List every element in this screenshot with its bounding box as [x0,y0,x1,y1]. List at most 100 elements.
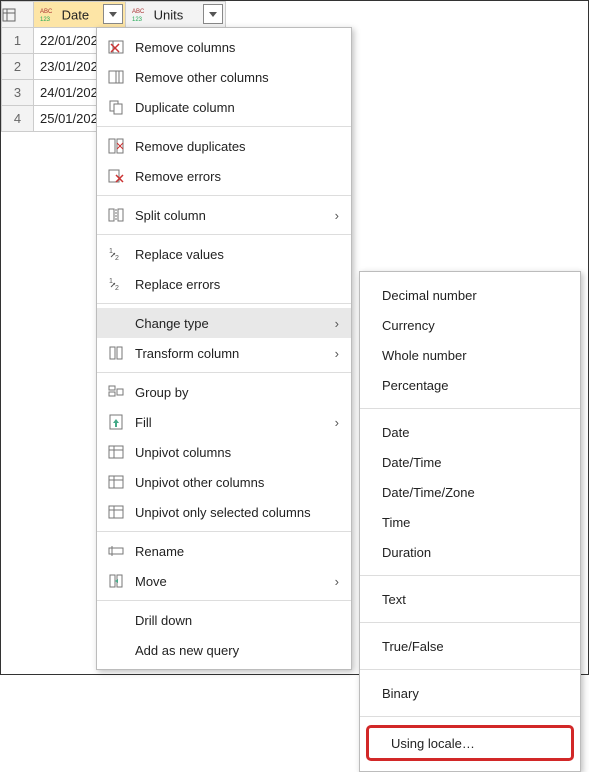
chevron-right-icon: › [329,574,339,589]
menu-separator [360,716,580,717]
blank-icon [105,609,127,631]
menu-remove-columns[interactable]: Remove columns [97,32,351,62]
submenu-time[interactable]: Time [360,507,580,537]
menu-label: Change type [135,316,311,331]
replace-errors-icon: 12 [105,273,127,295]
submenu-binary[interactable]: Binary [360,678,580,708]
unpivot-icon [105,441,127,463]
split-column-icon [105,204,127,226]
menu-label: Transform column [135,346,311,361]
menu-remove-errors[interactable]: Remove errors [97,161,351,191]
menu-change-type[interactable]: Change type › [97,308,351,338]
menu-label: Unpivot columns [135,445,339,460]
menu-remove-other-columns[interactable]: Remove other columns [97,62,351,92]
submenu-whole-number[interactable]: Whole number [360,340,580,370]
menu-separator [360,622,580,623]
submenu-date[interactable]: Date [360,417,580,447]
menu-fill[interactable]: Fill › [97,407,351,437]
type-icon: ABC 123 [130,6,148,24]
submenu-true-false[interactable]: True/False [360,631,580,661]
table-icon [2,8,16,22]
menu-separator [97,531,351,532]
row-number: 1 [2,28,34,54]
menu-label: Remove duplicates [135,139,339,154]
row-number: 2 [2,54,34,80]
column-dropdown[interactable] [203,4,223,24]
submenu-duration[interactable]: Duration [360,537,580,567]
column-context-menu: Remove columns Remove other columns Dupl… [96,27,352,670]
menu-label: Remove columns [135,40,339,55]
menu-label: Split column [135,208,311,223]
chevron-down-icon [209,12,217,17]
menu-label: Duration [382,545,568,560]
menu-label: Group by [135,385,339,400]
unpivot-other-icon [105,471,127,493]
chevron-down-icon [109,12,117,17]
menu-label: Rename [135,544,339,559]
chevron-right-icon: › [329,415,339,430]
menu-duplicate-column[interactable]: Duplicate column [97,92,351,122]
chevron-right-icon: › [329,208,339,223]
menu-unpivot-columns[interactable]: Unpivot columns [97,437,351,467]
submenu-date-time[interactable]: Date/Time [360,447,580,477]
move-icon [105,570,127,592]
menu-replace-values[interactable]: 12 Replace values [97,239,351,269]
column-header-date[interactable]: ABC 123 Date [34,2,126,28]
column-dropdown[interactable] [103,4,123,24]
menu-separator [97,303,351,304]
menu-remove-duplicates[interactable]: Remove duplicates [97,131,351,161]
menu-label: Date/Time/Zone [382,485,568,500]
menu-separator [97,195,351,196]
menu-label: Date [382,425,568,440]
row-number: 3 [2,80,34,106]
menu-label: Decimal number [382,288,568,303]
svg-text:2: 2 [115,285,119,292]
menu-label: Add as new query [135,643,339,658]
menu-label: Currency [382,318,568,333]
menu-rename[interactable]: Rename [97,536,351,566]
remove-other-columns-icon [105,66,127,88]
menu-group-by[interactable]: Group by [97,377,351,407]
row-number: 4 [2,106,34,132]
menu-split-column[interactable]: Split column › [97,200,351,230]
submenu-date-time-zone[interactable]: Date/Time/Zone [360,477,580,507]
blank-icon [105,312,127,334]
chevron-right-icon: › [329,316,339,331]
menu-label: Using locale… [391,736,559,751]
submenu-currency[interactable]: Currency [360,310,580,340]
menu-label: Text [382,592,568,607]
menu-replace-errors[interactable]: 12 Replace errors [97,269,351,299]
blank-icon [105,639,127,661]
menu-drill-down[interactable]: Drill down [97,605,351,635]
menu-separator [97,372,351,373]
submenu-decimal-number[interactable]: Decimal number [360,280,580,310]
menu-label: Drill down [135,613,339,628]
menu-label: Unpivot other columns [135,475,339,490]
submenu-text[interactable]: Text [360,584,580,614]
menu-separator [97,600,351,601]
menu-unpivot-only-selected[interactable]: Unpivot only selected columns [97,497,351,527]
svg-text:1: 1 [109,278,113,285]
submenu-percentage[interactable]: Percentage [360,370,580,400]
group-by-icon [105,381,127,403]
chevron-right-icon: › [329,346,339,361]
menu-transform-column[interactable]: Transform column › [97,338,351,368]
menu-label: Unpivot only selected columns [135,505,339,520]
menu-label: Binary [382,686,568,701]
menu-label: True/False [382,639,568,654]
menu-label: Replace errors [135,277,339,292]
menu-separator [360,408,580,409]
type-icon: ABC 123 [38,6,56,24]
menu-add-as-new-query[interactable]: Add as new query [97,635,351,665]
menu-label: Remove errors [135,169,339,184]
fill-icon [105,411,127,433]
menu-move[interactable]: Move › [97,566,351,596]
menu-unpivot-other-columns[interactable]: Unpivot other columns [97,467,351,497]
submenu-using-locale[interactable]: Using locale… [369,728,571,758]
menu-separator [360,669,580,670]
column-header-units[interactable]: ABC 123 Units [126,2,226,28]
select-all-corner[interactable] [2,2,34,28]
menu-label: Time [382,515,568,530]
svg-text:ABC: ABC [132,9,145,15]
column-label: Units [154,7,184,22]
